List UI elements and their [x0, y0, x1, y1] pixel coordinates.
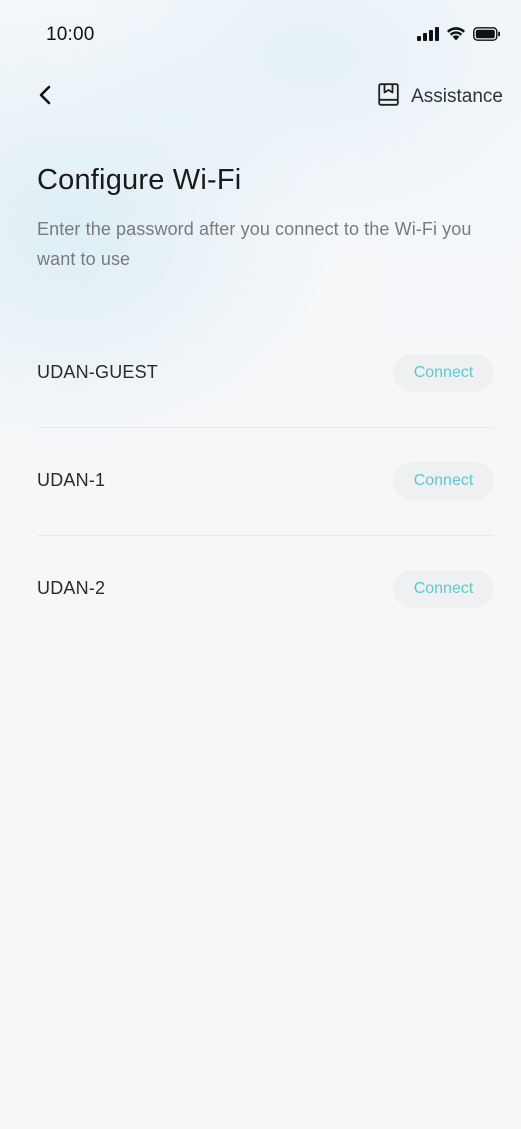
network-row: UDAN-GUEST Connect — [37, 320, 494, 428]
connect-button[interactable]: Connect — [393, 462, 494, 500]
network-list: UDAN-GUEST Connect UDAN-1 Connect UDAN-2… — [37, 320, 494, 643]
cellular-signal-icon — [417, 26, 439, 41]
network-name: UDAN-2 — [37, 578, 106, 598]
network-name: UDAN-GUEST — [37, 362, 159, 382]
status-icons — [417, 26, 501, 41]
network-row: UDAN-2 Connect — [37, 536, 494, 643]
connect-button[interactable]: Connect — [393, 354, 494, 392]
connect-button[interactable]: Connect — [393, 570, 494, 608]
status-time: 10:00 — [46, 24, 95, 45]
network-row: UDAN-1 Connect — [37, 428, 494, 536]
network-name: UDAN-1 — [37, 470, 106, 490]
assistance-button[interactable]: Assistance — [378, 82, 503, 112]
wifi-icon — [446, 26, 466, 41]
back-button[interactable] — [28, 80, 62, 114]
book-icon — [378, 83, 399, 111]
configure-wifi-screen: 10:00 Assistance Configure Wi-Fi Enter t… — [0, 0, 521, 1129]
battery-icon — [473, 26, 501, 41]
page-title: Configure Wi-Fi — [37, 164, 242, 196]
assistance-label: Assistance — [411, 86, 503, 107]
page-subtitle: Enter the password after you connect to … — [37, 219, 472, 269]
chevron-left-icon — [38, 85, 52, 110]
status-bar: 10:00 — [0, 0, 521, 72]
